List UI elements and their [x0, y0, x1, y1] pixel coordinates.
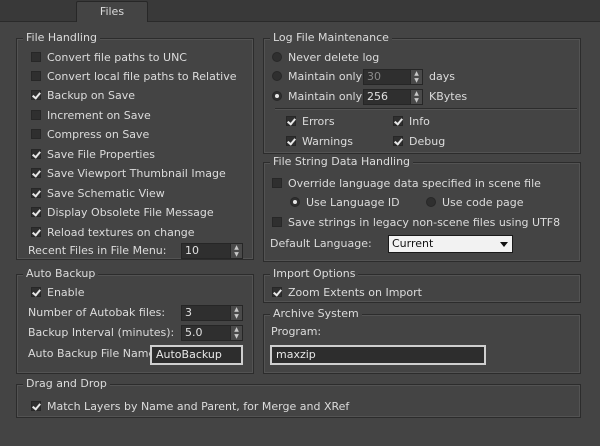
checkbox-box[interactable]: [393, 136, 403, 146]
spinner-up-icon[interactable]: ▲: [231, 244, 242, 251]
checkbox-box[interactable]: [393, 116, 403, 126]
drag-drop-title: Drag and Drop: [23, 377, 110, 390]
string-data-title: File String Data Handling: [270, 155, 414, 168]
spinner-down-icon[interactable]: ▼: [231, 313, 242, 320]
chevron-down-icon[interactable]: [500, 242, 508, 247]
backup-interval-value[interactable]: 5.0: [182, 326, 230, 340]
import-options-title: Import Options: [270, 267, 359, 280]
checkbox-box[interactable]: [31, 149, 41, 159]
spinner-up-icon[interactable]: ▲: [411, 90, 422, 97]
maintain-kb-radio[interactable]: Maintain only: [272, 89, 362, 105]
autobackup-enable-checkbox[interactable]: Enable: [31, 285, 84, 301]
radio-circle[interactable]: [290, 197, 300, 207]
increment-on-save-checkbox[interactable]: Increment on Save: [31, 108, 151, 124]
spinner-up-icon[interactable]: ▲: [411, 70, 422, 77]
display-obsolete-message-checkbox[interactable]: Display Obsolete File Message: [31, 205, 214, 221]
spinner-down-icon[interactable]: ▼: [411, 97, 422, 104]
archive-program-label: Program:: [271, 325, 322, 338]
auto-backup-title: Auto Backup: [23, 267, 99, 280]
checkbox-box[interactable]: [272, 217, 282, 227]
archive-program-input[interactable]: maxzip: [270, 345, 486, 365]
maintain-kb-value[interactable]: 256: [364, 90, 410, 104]
never-delete-log-radio[interactable]: Never delete log: [272, 50, 379, 66]
legacy-utf8-checkbox[interactable]: Save strings in legacy non-scene files u…: [272, 215, 560, 231]
days-unit-label: days: [429, 70, 455, 83]
spinner-arrows[interactable]: ▲ ▼: [230, 306, 242, 320]
num-autobak-label: Number of Autobak files:: [28, 306, 166, 319]
log-debug-checkbox[interactable]: Debug: [393, 134, 445, 150]
spinner-up-icon[interactable]: ▲: [231, 306, 242, 313]
checkbox-box[interactable]: [272, 178, 282, 188]
log-errors-checkbox[interactable]: Errors: [286, 114, 335, 130]
spinner-arrows[interactable]: ▲ ▼: [410, 70, 422, 84]
checkbox-box[interactable]: [31, 52, 41, 62]
file-handling-title: File Handling: [23, 31, 100, 44]
archive-system-group: [263, 314, 581, 374]
spinner-down-icon[interactable]: ▼: [411, 77, 422, 84]
spinner-up-icon[interactable]: ▲: [231, 326, 242, 333]
zoom-extents-checkbox[interactable]: Zoom Extents on Import: [272, 285, 422, 301]
checkbox-box[interactable]: [31, 71, 41, 81]
save-schematic-view-checkbox[interactable]: Save Schematic View: [31, 186, 165, 202]
compress-on-save-checkbox[interactable]: Compress on Save: [31, 127, 149, 143]
backup-on-save-checkbox[interactable]: Backup on Save: [31, 88, 135, 104]
radio-circle[interactable]: [272, 71, 282, 81]
maintain-days-value[interactable]: 30: [364, 70, 410, 84]
convert-relative-checkbox[interactable]: Convert local file paths to Relative: [31, 69, 237, 85]
checkbox-box[interactable]: [286, 136, 296, 146]
tab-files[interactable]: Files: [76, 1, 148, 22]
checkbox-box[interactable]: [31, 90, 41, 100]
kb-unit-label: KBytes: [429, 90, 468, 103]
num-autobak-spinner[interactable]: 3 ▲ ▼: [181, 305, 243, 321]
log-warnings-checkbox[interactable]: Warnings: [286, 134, 353, 150]
maintain-kb-spinner[interactable]: 256 ▲ ▼: [363, 89, 423, 105]
checkbox-box[interactable]: [31, 168, 41, 178]
log-info-checkbox[interactable]: Info: [393, 114, 430, 130]
checkbox-box[interactable]: [31, 401, 41, 411]
backup-interval-spinner[interactable]: 5.0 ▲ ▼: [181, 325, 243, 341]
recent-files-spinner[interactable]: 10 ▲ ▼: [181, 243, 243, 259]
radio-circle[interactable]: [272, 52, 282, 62]
checkbox-box[interactable]: [31, 110, 41, 120]
num-autobak-value[interactable]: 3: [182, 306, 230, 320]
reload-textures-checkbox[interactable]: Reload textures on change: [31, 225, 195, 241]
radio-circle[interactable]: [272, 91, 282, 101]
spinner-arrows[interactable]: ▲ ▼: [230, 326, 242, 340]
checkbox-box[interactable]: [31, 129, 41, 139]
recent-files-value[interactable]: 10: [182, 244, 230, 258]
default-language-value: Current: [392, 237, 434, 250]
spinner-down-icon[interactable]: ▼: [231, 333, 242, 340]
default-language-dropdown[interactable]: Current: [388, 235, 513, 253]
checkbox-box[interactable]: [272, 287, 282, 297]
use-code-page-radio[interactable]: Use code page: [426, 195, 524, 211]
radio-circle[interactable]: [426, 197, 436, 207]
maintain-days-radio[interactable]: Maintain only: [272, 69, 362, 85]
checkbox-box[interactable]: [31, 227, 41, 237]
override-language-checkbox[interactable]: Override language data specified in scen…: [272, 176, 541, 192]
checkbox-box[interactable]: [286, 116, 296, 126]
save-file-properties-checkbox[interactable]: Save File Properties: [31, 147, 155, 163]
use-language-id-radio[interactable]: Use Language ID: [290, 195, 400, 211]
backup-file-name-input[interactable]: AutoBackup: [150, 345, 243, 365]
backup-interval-label: Backup Interval (minutes):: [28, 326, 175, 339]
save-viewport-thumbnail-checkbox[interactable]: Save Viewport Thumbnail Image: [31, 166, 226, 182]
log-file-title: Log File Maintenance: [270, 31, 392, 44]
match-layers-checkbox[interactable]: Match Layers by Name and Parent, for Mer…: [31, 399, 349, 415]
archive-system-title: Archive System: [270, 307, 362, 320]
maintain-days-spinner[interactable]: 30 ▲ ▼: [363, 69, 423, 85]
spinner-down-icon[interactable]: ▼: [231, 251, 242, 258]
checkbox-box[interactable]: [31, 207, 41, 217]
spinner-arrows[interactable]: ▲ ▼: [230, 244, 242, 258]
convert-unc-checkbox[interactable]: Convert file paths to UNC: [31, 50, 187, 66]
log-level-separator: [275, 108, 577, 109]
checkbox-box[interactable]: [31, 287, 41, 297]
checkbox-box[interactable]: [31, 188, 41, 198]
spinner-arrows[interactable]: ▲ ▼: [410, 90, 422, 104]
backup-file-name-label: Auto Backup File Name:: [28, 347, 159, 360]
recent-files-label: Recent Files in File Menu:: [28, 244, 167, 257]
default-language-label: Default Language:: [270, 237, 372, 250]
